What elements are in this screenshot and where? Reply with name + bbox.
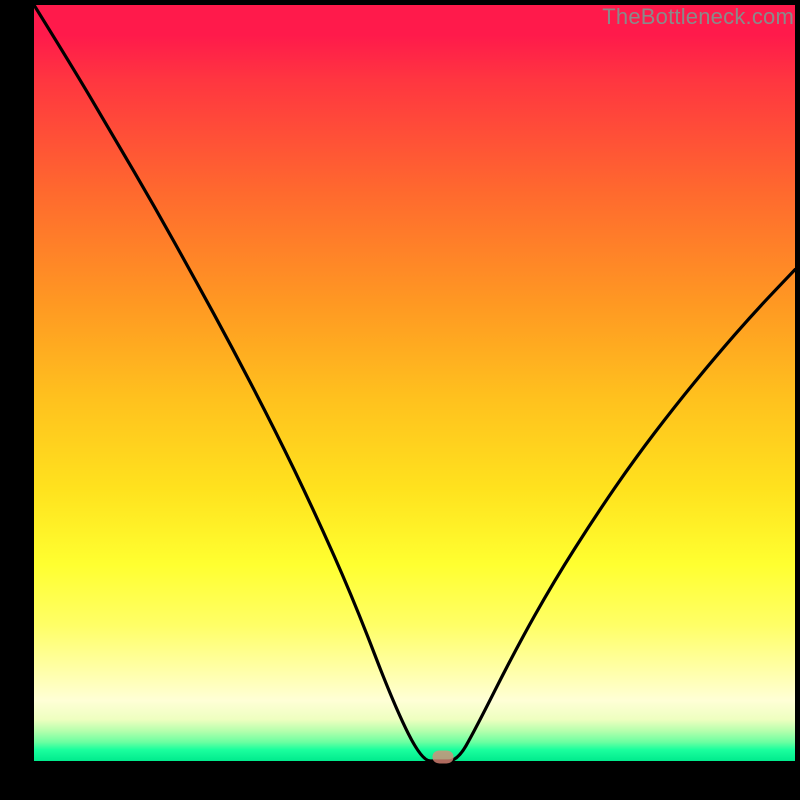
optimum-marker bbox=[432, 751, 453, 764]
bottleneck-curve bbox=[34, 5, 795, 761]
watermark-text: TheBottleneck.com bbox=[602, 4, 794, 30]
plot-area bbox=[34, 5, 795, 761]
chart-frame: TheBottleneck.com bbox=[0, 0, 800, 800]
